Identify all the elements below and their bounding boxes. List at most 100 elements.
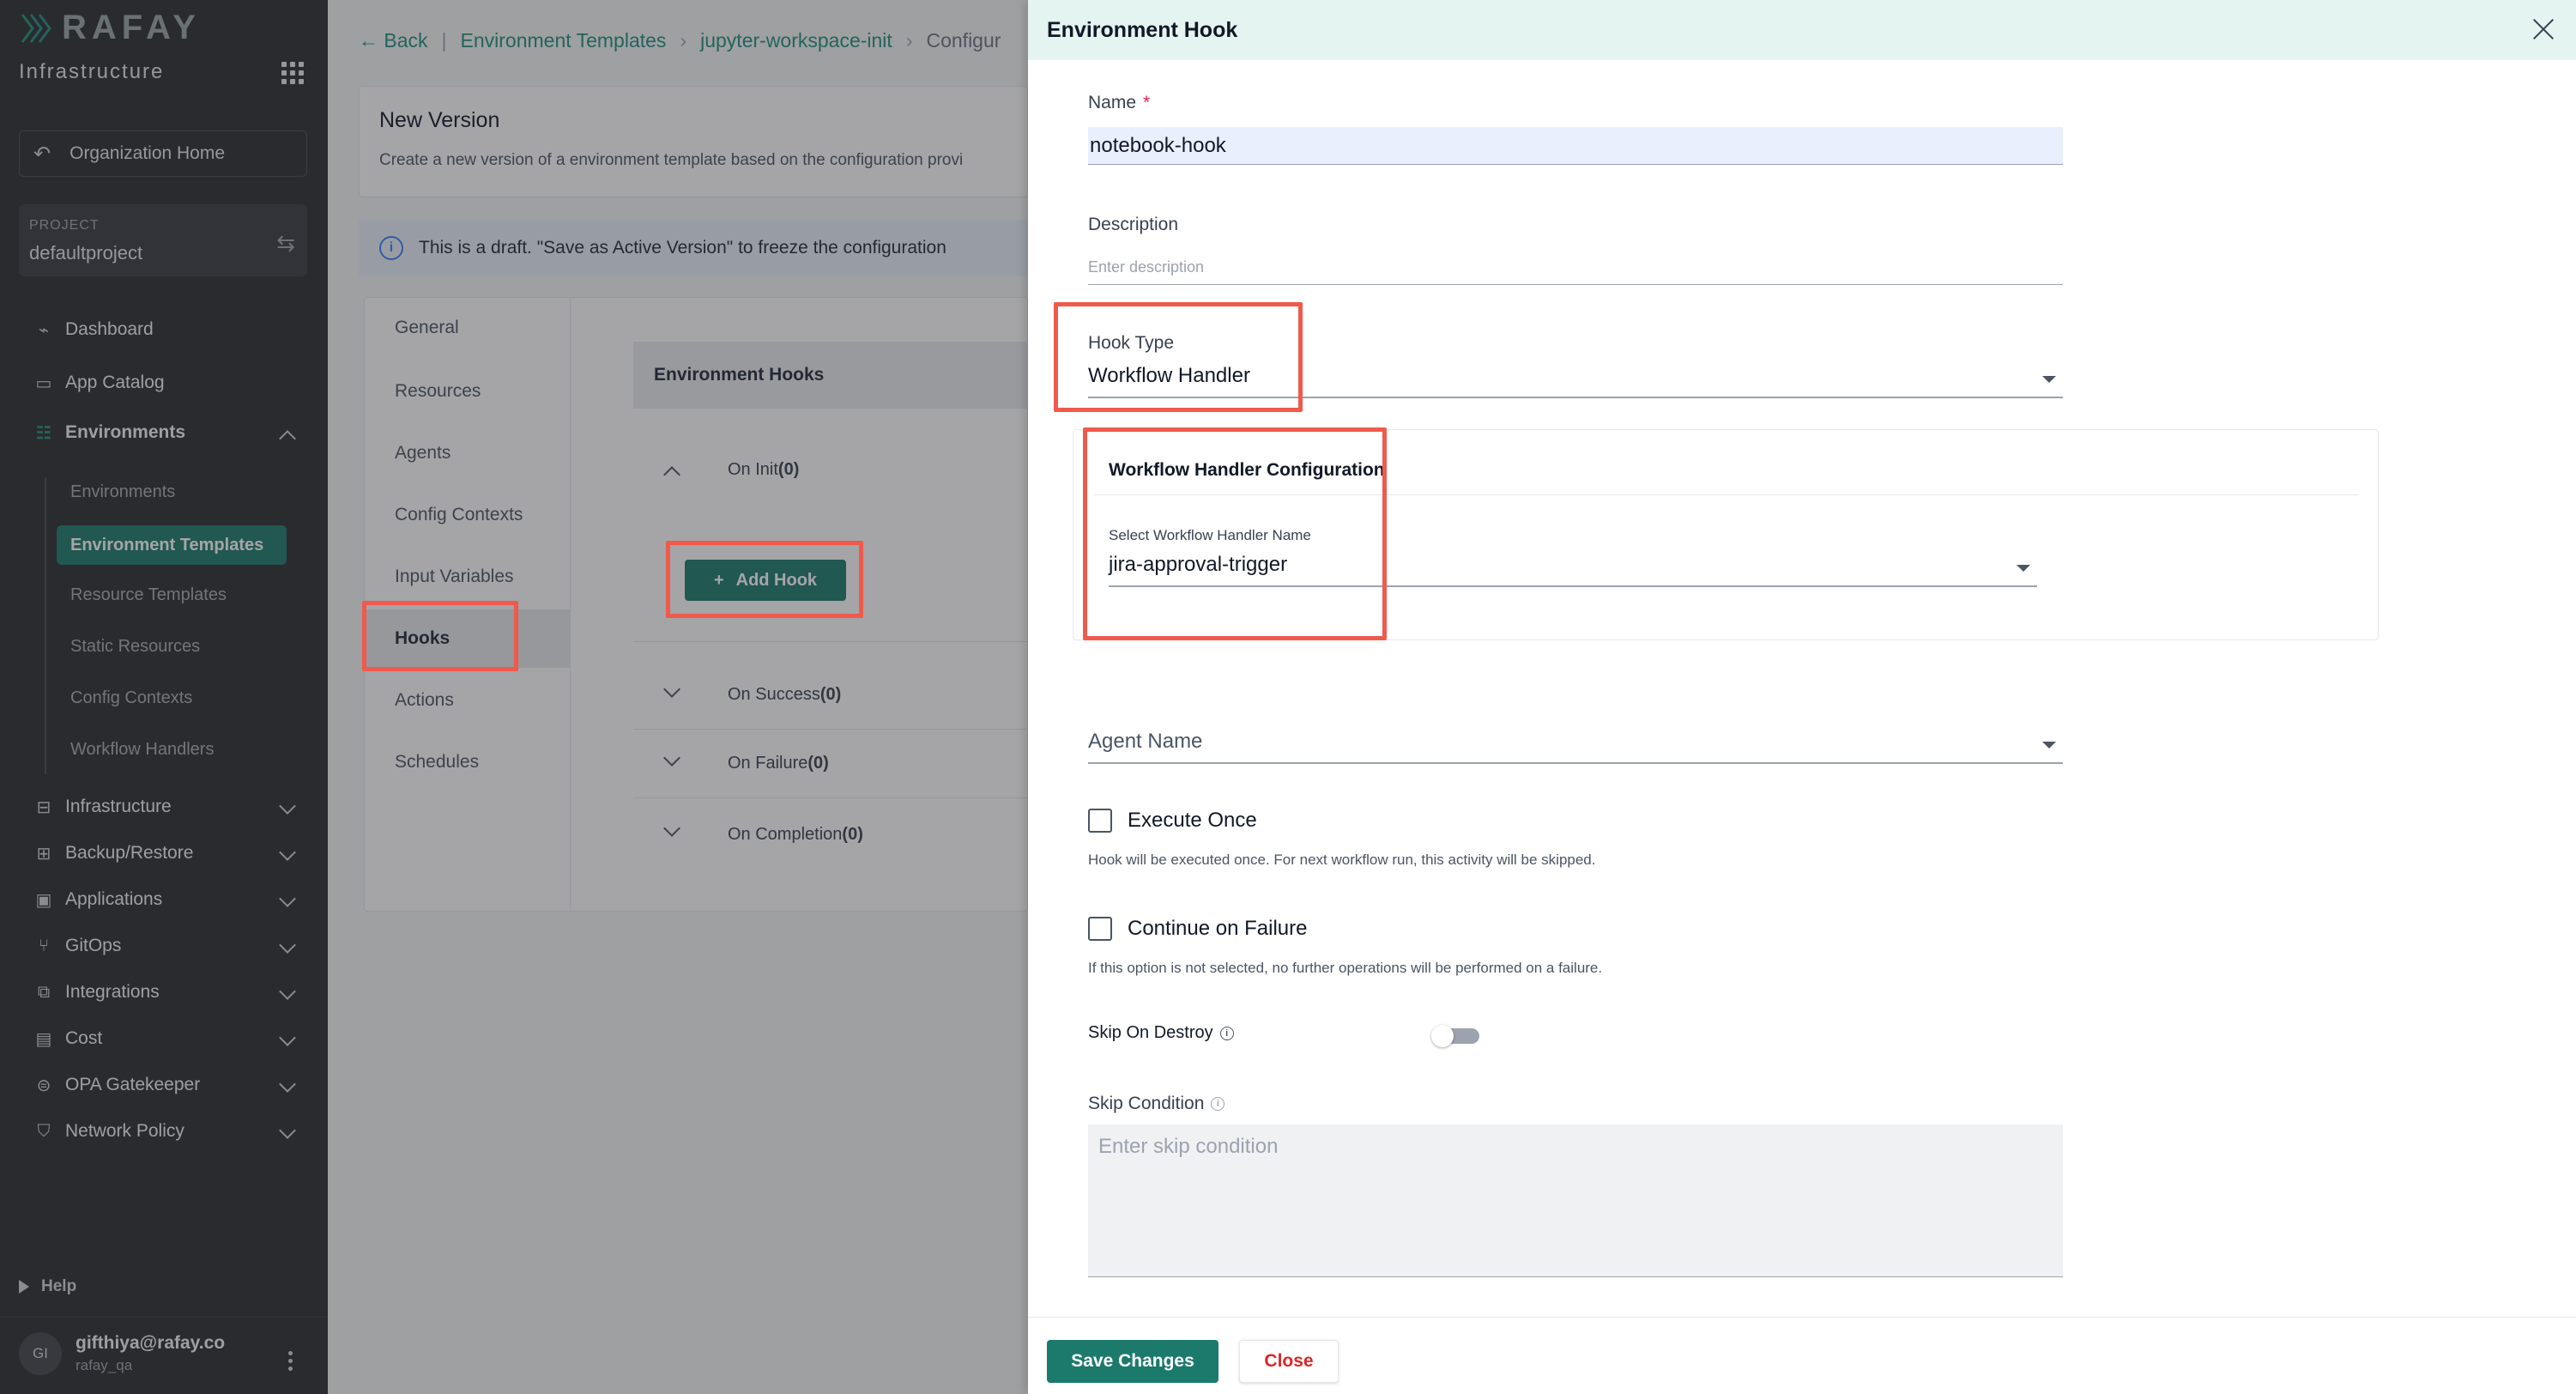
breadcrumb-separator: | xyxy=(441,29,447,52)
sidebar-item-backup-restore[interactable]: ⊞ Backup/Restore xyxy=(34,843,194,864)
product-subtitle: Infrastructure xyxy=(19,60,165,83)
sidebar-item-network-policy[interactable]: ⛉ Network Policy xyxy=(34,1121,184,1142)
back-link[interactable]: ← Back xyxy=(359,29,428,52)
rafay-logo-mark-icon xyxy=(21,13,51,43)
chevron-down-icon[interactable] xyxy=(279,983,296,1000)
avatar: GI xyxy=(19,1332,62,1375)
name-label: Name * xyxy=(1088,93,1151,112)
chevron-down-icon[interactable] xyxy=(279,1029,296,1046)
environment-hook-drawer: Environment Hook Name* Description Hook … xyxy=(1028,0,2576,1394)
user-profile[interactable]: GI gifthiya@rafay.co rafay_qa xyxy=(19,1332,225,1375)
hook-section-on-success[interactable]: On Success(0) xyxy=(633,661,1028,730)
name-input[interactable] xyxy=(1088,127,2063,165)
sidebar-item-environments[interactable]: ☷ Environments xyxy=(34,422,185,443)
continue-on-failure-checkbox[interactable] xyxy=(1088,917,1112,941)
dropdown-caret-icon[interactable] xyxy=(2042,742,2056,749)
menu-agents[interactable]: Agents xyxy=(395,443,450,464)
continue-on-failure-help: If this option is not selected, no furth… xyxy=(1088,960,1603,976)
divider xyxy=(0,1317,328,1318)
description-input[interactable] xyxy=(1088,251,2063,285)
hook-section-on-completion[interactable]: On Completion(0) xyxy=(633,800,1028,869)
agent-name-underline xyxy=(1088,762,2063,764)
highlight-workflow-handler-config xyxy=(1083,427,1387,640)
info-icon[interactable]: i xyxy=(1219,1026,1234,1040)
breadcrumb-chevron-icon: › xyxy=(680,29,687,52)
sidebar-subitem-resource-templates[interactable]: Resource Templates xyxy=(70,585,227,605)
chevron-down-icon[interactable] xyxy=(663,749,680,767)
sidebar-item-label: OPA Gatekeeper xyxy=(65,1075,201,1094)
chevron-down-icon[interactable] xyxy=(279,1122,296,1139)
breadcrumb-templates[interactable]: Environment Templates xyxy=(461,29,667,52)
breadcrumb-chevron-icon: › xyxy=(905,29,913,52)
swap-icon[interactable]: ⇆ xyxy=(276,230,295,257)
sidebar-item-app-catalog[interactable]: ▭ App Catalog xyxy=(34,373,165,393)
more-options-icon[interactable] xyxy=(288,1351,293,1371)
sidebar-subitem-workflow-handlers[interactable]: Workflow Handlers xyxy=(70,740,214,760)
app-switcher-grid-icon[interactable] xyxy=(281,62,304,84)
skip-on-destroy-toggle[interactable] xyxy=(1431,1025,1479,1047)
highlight-add-hook xyxy=(666,541,863,618)
execute-once-checkbox[interactable] xyxy=(1088,809,1112,833)
hook-section-label: On Success(0) xyxy=(728,685,842,704)
environments-icon: ☷ xyxy=(36,423,51,443)
continue-on-failure-label: Continue on Failure xyxy=(1128,917,1308,940)
organization-home-button[interactable]: ↶ Organization Home xyxy=(19,130,307,177)
sidebar-item-gitops[interactable]: ⑂ GitOps xyxy=(34,936,121,956)
info-icon: i xyxy=(379,236,403,260)
submenu-guide-line xyxy=(45,477,46,774)
sidebar-subitem-environment-templates[interactable]: Environment Templates xyxy=(57,525,287,565)
skip-condition-textarea[interactable] xyxy=(1088,1124,2063,1277)
sidebar-subitem-environments[interactable]: Environments xyxy=(70,482,175,502)
dropdown-caret-icon[interactable] xyxy=(2017,565,2030,572)
hook-section-label: On Init(0) xyxy=(728,460,800,479)
caret-right-icon xyxy=(19,1280,29,1294)
menu-config-contexts[interactable]: Config Contexts xyxy=(395,505,523,525)
close-icon[interactable] xyxy=(2531,17,2555,41)
menu-schedules[interactable]: Schedules xyxy=(395,752,479,773)
help-toggle[interactable]: Help xyxy=(19,1277,76,1296)
agent-name-select[interactable]: Agent Name xyxy=(1088,730,1202,754)
sidebar-item-integrations[interactable]: ⧉ Integrations xyxy=(34,982,160,1003)
menu-input-variables[interactable]: Input Variables xyxy=(395,567,514,587)
divider xyxy=(570,297,571,912)
drawer-title: Environment Hook xyxy=(1047,17,1238,42)
sidebar-item-infrastructure[interactable]: ⊟ Infrastructure xyxy=(34,797,172,817)
sidebar-item-opa-gatekeeper[interactable]: ⊜ OPA Gatekeeper xyxy=(34,1075,201,1095)
sidebar-item-cost[interactable]: ▤ Cost xyxy=(34,1028,103,1049)
project-selector[interactable]: PROJECT defaultproject ⇆ xyxy=(19,204,307,276)
chevron-down-icon[interactable] xyxy=(279,797,296,815)
drawer-footer: Save Changes Close xyxy=(1028,1317,2576,1394)
menu-resources[interactable]: Resources xyxy=(395,381,481,402)
chevron-up-icon[interactable] xyxy=(279,430,296,447)
chevron-down-icon[interactable] xyxy=(279,1076,296,1093)
menu-actions[interactable]: Actions xyxy=(395,690,454,711)
execute-once-label: Execute Once xyxy=(1128,809,1257,832)
sidebar-subitem-config-contexts[interactable]: Config Contexts xyxy=(70,688,192,708)
sidebar-subitem-static-resources[interactable]: Static Resources xyxy=(70,637,200,657)
new-version-card xyxy=(359,86,1028,197)
breadcrumb-template-name[interactable]: jupyter-workspace-init xyxy=(700,29,892,52)
back-arrow-icon: ↶ xyxy=(33,142,51,166)
sidebar-item-dashboard[interactable]: ⌁ Dashboard xyxy=(34,319,154,340)
project-name: defaultproject xyxy=(29,242,143,264)
chart-icon: ⌁ xyxy=(38,320,50,340)
sidebar-item-applications[interactable]: ▣ Applications xyxy=(34,889,163,910)
sidebar-item-label: Applications xyxy=(65,889,163,909)
chevron-down-icon[interactable] xyxy=(663,681,680,698)
draft-notice: i This is a draft. "Save as Active Versi… xyxy=(359,220,1028,276)
chevron-down-icon[interactable] xyxy=(279,936,296,954)
rafay-logo[interactable]: RAFAY xyxy=(19,9,201,47)
chevron-down-icon[interactable] xyxy=(279,890,296,907)
cost-icon: ▤ xyxy=(35,1029,52,1049)
breadcrumb-current: Configur xyxy=(926,29,1001,52)
dropdown-caret-icon[interactable] xyxy=(2042,376,2056,383)
skip-condition-label: Skip Condition i xyxy=(1088,1094,1225,1114)
hook-section-on-failure[interactable]: On Failure(0) xyxy=(633,730,1028,798)
info-icon[interactable]: i xyxy=(1211,1097,1225,1112)
chevron-up-icon[interactable] xyxy=(663,466,680,483)
chevron-down-icon[interactable] xyxy=(279,844,296,861)
save-changes-button[interactable]: Save Changes xyxy=(1047,1340,1218,1383)
chevron-down-icon[interactable] xyxy=(663,820,680,837)
close-button[interactable]: Close xyxy=(1239,1340,1339,1383)
menu-general[interactable]: General xyxy=(395,318,459,338)
